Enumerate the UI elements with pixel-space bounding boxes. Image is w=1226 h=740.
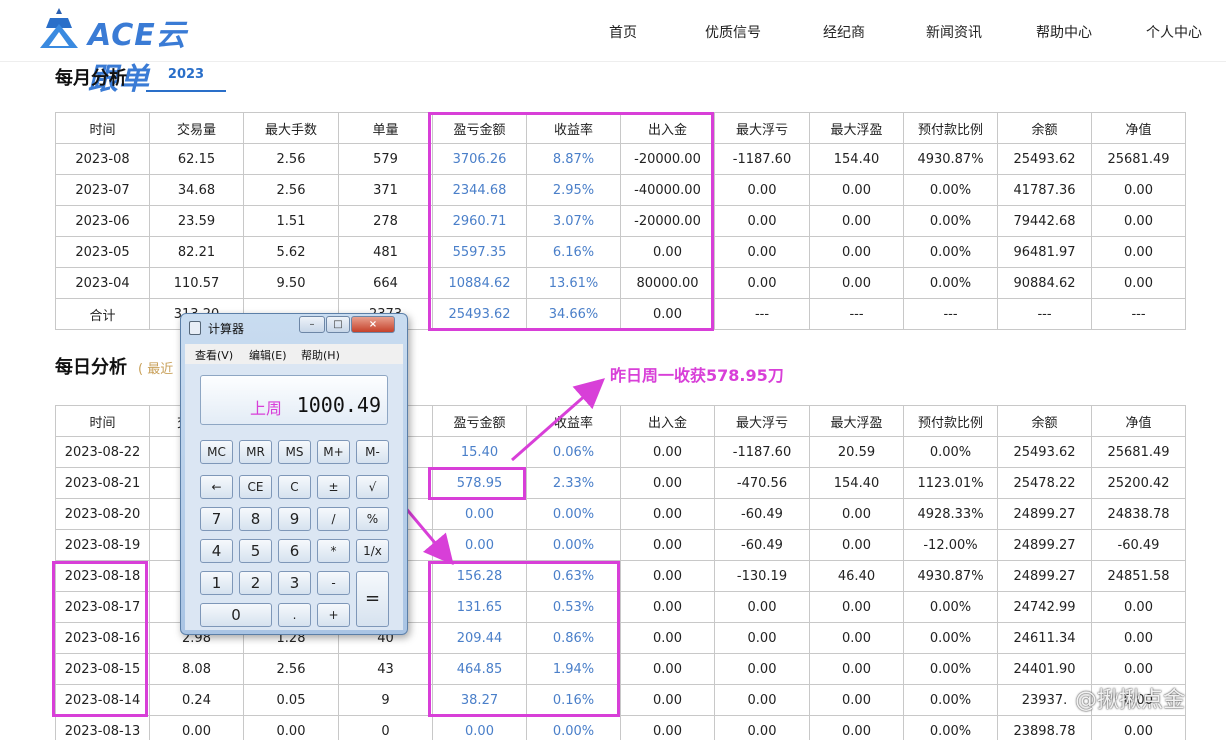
calculator-window[interactable]: 计算器 – □ × 查看(V) 编辑(E) 帮助(H) 上周 1000.49 M… — [180, 313, 408, 635]
memory-add-key[interactable]: M+ — [317, 440, 350, 464]
divide-key[interactable]: / — [317, 507, 350, 531]
calculator-titlebar[interactable]: 计算器 – □ × — [181, 314, 407, 340]
reciprocal-key[interactable]: 1/x — [356, 539, 389, 563]
digit-0-key[interactable]: 0 — [200, 603, 272, 627]
calculator-body: 上周 1000.49 MC MR MS M+ M- ← CE C ± √ 7 8 9/% 4 5 6 * 1/x 1… — [185, 364, 403, 630]
display-label: 上周 — [250, 399, 283, 418]
negate-key[interactable]: ± — [317, 475, 350, 499]
memory-store-key[interactable]: MS — [278, 440, 311, 464]
digit-5-key[interactable]: 5 — [239, 539, 272, 563]
memory-recall-key[interactable]: MR — [239, 440, 272, 464]
calculator-icon — [189, 321, 201, 335]
calculator-display: 上周 1000.49 — [200, 375, 388, 425]
subtract-key[interactable]: - — [317, 571, 350, 595]
clear-entry-key[interactable]: CE — [239, 475, 272, 499]
digit-7-key[interactable]: 7 — [200, 507, 233, 531]
digit-3-key[interactable]: 3 — [278, 571, 311, 595]
digit-9-key[interactable]: 9 — [278, 507, 311, 531]
menu-edit[interactable]: 编辑(E) — [249, 347, 287, 363]
memory-subtract-key[interactable]: M- — [356, 440, 389, 464]
add-key[interactable]: + — [317, 603, 350, 627]
multiply-key[interactable]: * — [317, 539, 350, 563]
arrow-to-annotation — [511, 378, 606, 462]
calculator-menu: 查看(V) 编辑(E) 帮助(H) — [185, 344, 403, 364]
percent-key[interactable]: % — [356, 507, 389, 531]
menu-view[interactable]: 查看(V) — [195, 347, 233, 363]
maximize-button[interactable]: □ — [326, 316, 350, 333]
digit-8-key[interactable]: 8 — [239, 507, 272, 531]
backspace-key[interactable]: ← — [200, 475, 233, 499]
annotation-text: 昨日周一收获578.95刀 — [610, 366, 784, 385]
digit-2-key[interactable]: 2 — [239, 571, 272, 595]
digit-4-key[interactable]: 4 — [200, 539, 233, 563]
menu-help[interactable]: 帮助(H) — [301, 347, 340, 363]
watermark: @揪揪点金 — [1075, 688, 1186, 713]
calculator-title: 计算器 — [208, 322, 245, 336]
sqrt-key[interactable]: √ — [356, 475, 389, 499]
memory-clear-key[interactable]: MC — [200, 440, 233, 464]
close-button[interactable]: × — [351, 316, 395, 333]
decimal-key[interactable]: . — [278, 603, 311, 627]
equals-key[interactable]: = — [356, 571, 389, 627]
digit-1-key[interactable]: 1 — [200, 571, 233, 595]
minimize-button[interactable]: – — [299, 316, 325, 333]
display-value: 1000.49 — [296, 393, 381, 417]
digit-6-key[interactable]: 6 — [278, 539, 311, 563]
clear-key[interactable]: C — [278, 475, 311, 499]
